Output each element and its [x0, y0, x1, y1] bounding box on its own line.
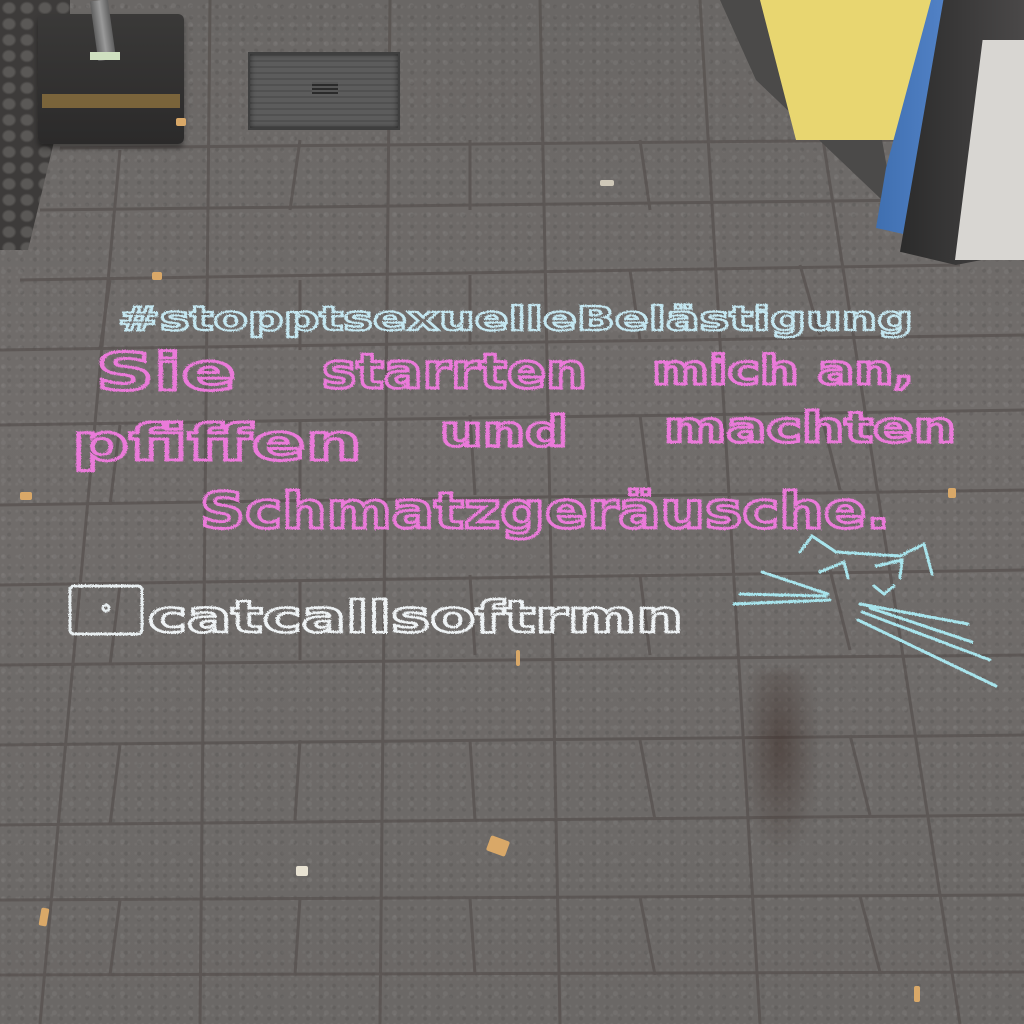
text-sie: Sie [96, 343, 236, 403]
text-schmatzgeraeusche: Schmatzgeräusche. [200, 482, 890, 540]
text-starrten: starrten [322, 344, 587, 400]
instagram-icon [68, 584, 144, 636]
sidewalk-photo: #stopptsexuelleBelästigung Sie starrten … [0, 0, 1024, 1024]
text-mich-an: mich an, [652, 348, 914, 394]
text-machten: machten [664, 403, 956, 452]
text-und: und [440, 407, 568, 456]
chalk-writing: #stopptsexuelleBelästigung Sie starrten … [68, 298, 998, 688]
cat-drawing [732, 533, 998, 688]
text-pfiffen: pfiffen [72, 414, 362, 472]
hashtag-text: #stopptsexuelleBelästigung [118, 299, 913, 338]
handle-text: catcallsoftrmn [148, 592, 683, 643]
